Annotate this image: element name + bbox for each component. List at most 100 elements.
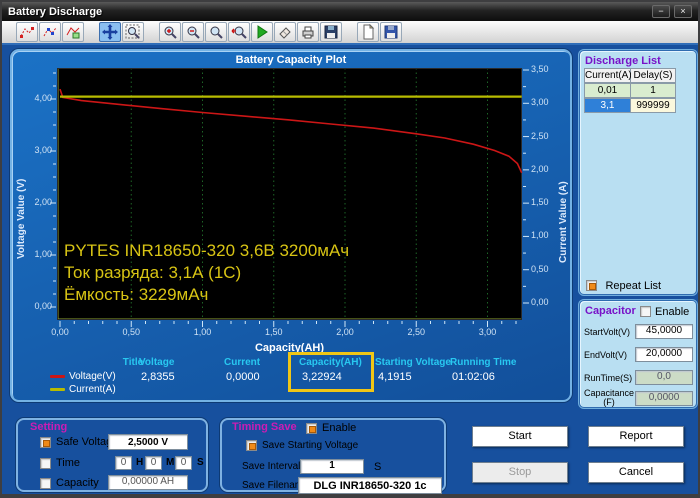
zoom-normal-button[interactable] [205,22,227,42]
discharge-row1-delay[interactable]: 1 [631,83,676,98]
y-right-tick-label: 3,50 [531,64,549,74]
startvolt-input[interactable]: 45,0000 [635,324,693,339]
discharge-list-title: Discharge List [585,55,661,67]
timing-save-enable-label: Enable [322,422,357,434]
x-tick-label: 2,50 [407,327,426,337]
discharge-row2-delay[interactable]: 999999 [631,98,676,113]
y-right-tick-label: 0,50 [531,263,549,274]
y-left-tick-label: 1,00 [34,249,52,259]
stats-running-time-value: 01:02:06 [452,371,495,383]
y-right-tick-label: 3,00 [531,97,549,108]
zoom-previous-icon [231,26,247,39]
save-data-button[interactable] [320,22,342,42]
time-label: Time [56,457,81,469]
discharge-list-table: Current(A) Delay(S) 0,01 1 3,1 999999 [584,68,696,113]
annotation-line-1: PYTES INR18650-320 3,6В 3200мАч [64,241,350,260]
erase-button[interactable] [274,22,296,42]
battery-discharge-window: Battery Discharge − × Battery Capacity P… [0,0,700,498]
runtime-input[interactable]: 0,0 [635,370,693,385]
save-file-icon [384,25,398,39]
report-button[interactable]: Report [588,426,684,447]
plot-points-style-icon [43,27,57,37]
time-minutes-input[interactable]: 0 [145,456,162,470]
zoom-in-button[interactable] [159,22,181,42]
y-left-tick-label: 4,00 [34,93,52,103]
setting-panel: Setting Safe Voltage 2,5000 V Time 0 H 0… [16,418,208,492]
time-seconds-input[interactable]: 0 [175,456,192,470]
erase-icon [279,27,291,39]
discharge-row2-current[interactable]: 3,1 [584,98,631,113]
stop-button[interactable]: Stop [472,462,568,483]
stats-running-time-header: Running Time [450,357,517,368]
plot-points-style-button[interactable] [39,22,61,42]
minimize-icon: − [658,6,664,16]
timing-save-enable-checkbox[interactable] [306,423,317,434]
zoom-window-button[interactable] [122,22,144,42]
start-button[interactable]: Start [472,426,568,447]
save-filename-input[interactable]: DLG INR18650-320 1c [298,477,442,494]
zoom-normal-icon [210,26,223,39]
timing-save-panel: Timing Save Enable Save Starting Voltage… [220,418,446,494]
minimize-button[interactable]: − [652,5,670,18]
save-file-button[interactable] [380,22,402,42]
x-tick-label: 3,00 [478,327,497,337]
chart-title: Battery Capacity Plot [235,54,347,66]
repeat-list-row: Repeat List [586,277,661,295]
x-tick-label: 1,50 [264,327,283,337]
discharge-col-current-header: Current(A) [584,68,632,83]
title-bar[interactable]: Battery Discharge − × [2,2,698,21]
plot-line-style-button[interactable] [16,22,38,42]
y-right-tick-label: 2,50 [531,130,549,141]
y-right-tick-label: 2,00 [531,163,549,174]
toolbar-group-curves [16,22,85,42]
pan-move-icon [102,24,118,40]
voltage-legend-label: Voltage(V) [69,371,116,382]
capacitor-enable-checkbox[interactable] [640,306,651,317]
safe-voltage-checkbox[interactable] [40,437,51,448]
y-left-tick-label: 0,00 [34,301,52,311]
toolbar-group-file [357,22,403,42]
annotation-line-3: Ёмкость: 3229мАч [64,285,209,304]
discharge-list-panel: Discharge List Current(A) Delay(S) 0,01 … [579,50,697,295]
capacitor-panel: Capacitor Enable StartVolt(V) 45,0000 En… [579,300,697,408]
stats-starting-voltage-header: Starting Voltage [375,357,451,368]
print-button[interactable] [297,22,319,42]
capacitance-input[interactable]: 0,0000 [635,391,693,406]
time-hours-unit: H [136,457,144,468]
save-starting-voltage-label: Save Starting Voltage [262,440,359,451]
runtime-label: RunTime(S) [584,373,633,383]
chart-annotation: PYTES INR18650-320 3,6В 3200мАч Ток разр… [64,240,349,306]
setting-title: Setting [30,421,68,433]
discharge-row1-current[interactable]: 0,01 [584,83,631,98]
repeat-list-checkbox[interactable] [586,280,597,292]
annotation-line-2: Ток разряда: 3,1А (1С) [64,263,242,282]
x-tick-label: 0,50 [122,327,141,337]
time-checkbox[interactable] [40,458,51,469]
new-file-button[interactable] [357,22,379,42]
stats-starting-voltage-value: 4,1915 [378,371,412,383]
save-interval-unit: S [374,461,382,473]
time-hours-input[interactable]: 0 [115,456,132,470]
zoom-previous-button[interactable] [228,22,250,42]
save-starting-voltage-checkbox[interactable] [246,440,257,451]
window-title: Battery Discharge [8,5,103,18]
save-interval-input[interactable]: 1 [300,459,364,474]
plot-legend-button[interactable] [62,22,84,42]
safe-voltage-input[interactable]: 2,5000 V [108,434,188,450]
plot-legend-icon [66,27,80,39]
close-button[interactable]: × [674,5,692,18]
zoom-window-icon [125,24,140,39]
time-seconds-unit: S [197,457,204,468]
pan-move-button[interactable] [99,22,121,42]
y-right-axis-label: Current Value (A) [558,181,569,263]
run-button[interactable] [251,22,273,42]
zoom-out-button[interactable] [182,22,204,42]
y-left-axis-label: Voltage Value (V) [16,178,27,259]
toolbar [2,21,698,45]
current-legend-label: Current(A) [69,384,116,395]
endvolt-input[interactable]: 20,0000 [635,347,693,362]
cancel-button[interactable]: Cancel [588,462,684,483]
capacity-checkbox[interactable] [40,478,51,489]
time-minutes-unit: M [166,457,175,468]
capacity-input[interactable]: 0,00000 AH [108,475,188,490]
